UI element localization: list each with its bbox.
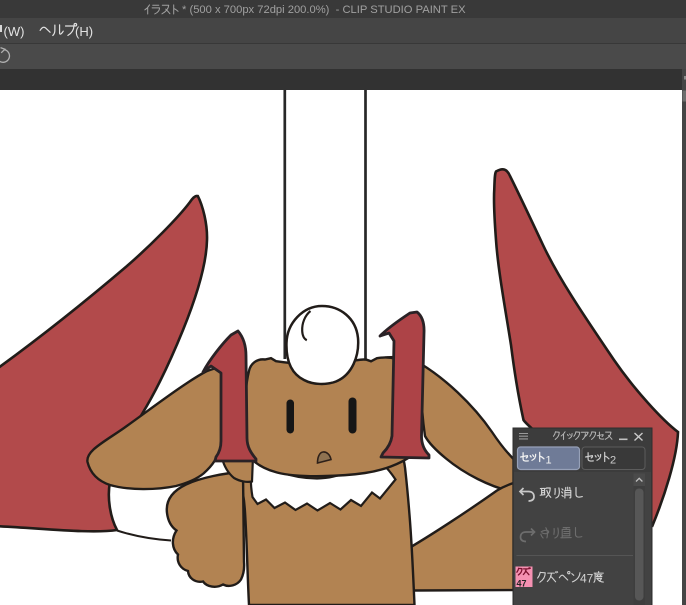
svg-text:(H): (H) [75,24,93,39]
svg-text:47: 47 [580,572,594,586]
svg-text:2: 2 [610,455,616,467]
svg-text:(W): (W) [4,24,25,39]
svg-text:1: 1 [546,455,552,467]
svg-text:* (500 x 700px 72dpi 200.0%): * (500 x 700px 72dpi 200.0%) - CLIP STUD… [182,4,466,16]
svg-text:47: 47 [517,579,527,589]
